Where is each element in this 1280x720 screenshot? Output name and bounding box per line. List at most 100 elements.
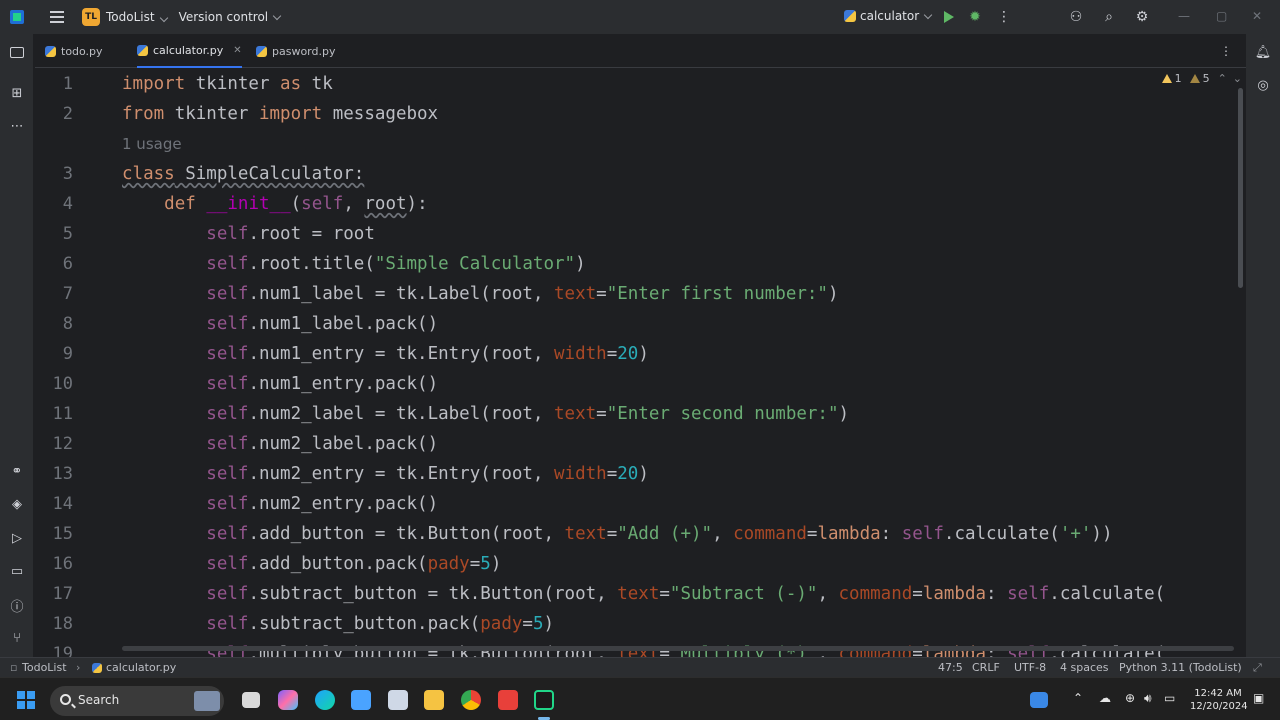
readonly-toggle-icon[interactable]: ⤢ — [1253, 661, 1262, 675]
breadcrumb-project[interactable]: TodoList — [22, 661, 67, 674]
code-line: 16 self.add_button.pack(pady=5) — [52, 554, 502, 574]
user-icon: ⚇ — [1069, 9, 1083, 25]
code-line: 4 def __init__(self, root): — [62, 194, 428, 214]
indent-setting[interactable]: 4 spaces — [1060, 661, 1109, 674]
python-file-icon — [45, 45, 56, 57]
services-icon: ▷ — [12, 530, 22, 546]
breadcrumb-project-icon: ▫ — [10, 661, 18, 674]
notifications-button[interactable]: 🔔︎ — [1254, 44, 1272, 60]
windows-start-icon[interactable] — [17, 691, 35, 709]
tray-app-icon[interactable]: ☁ — [1099, 691, 1111, 705]
file-explorer-icon[interactable] — [424, 690, 444, 710]
store-icon[interactable] — [351, 690, 371, 710]
debug-button[interactable]: ✹ — [967, 9, 983, 25]
more-icon: ⋮ — [997, 9, 1011, 25]
layers-tool-button[interactable]: ◈ — [9, 496, 25, 512]
close-tab-icon[interactable]: ✕ — [233, 45, 241, 56]
breadcrumb-file[interactable]: calculator.py — [106, 661, 176, 674]
git-tool-button[interactable]: ⑂ — [9, 630, 25, 646]
problems-tool-button[interactable]: ⓘ — [9, 597, 25, 615]
run-button[interactable] — [941, 9, 957, 25]
code-line: 15 self.add_button = tk.Button(root, tex… — [52, 524, 1113, 544]
notepad-icon[interactable] — [388, 690, 408, 710]
project-badge[interactable]: TL — [82, 8, 100, 26]
project-tool-button[interactable] — [9, 44, 25, 60]
copilot-icon[interactable] — [278, 690, 298, 710]
tab-todo[interactable]: todo.py — [45, 34, 103, 68]
video-app-icon[interactable] — [498, 690, 518, 710]
app-logo-icon[interactable] — [10, 10, 24, 24]
language-icon[interactable]: ⊕ — [1125, 691, 1135, 705]
ai-icon: ◎ — [1257, 77, 1269, 93]
code-line: 11 self.num2_label = tk.Label(root, text… — [52, 404, 850, 424]
notification-center-icon[interactable]: ▣ — [1253, 691, 1264, 705]
problems-icon: ⓘ — [10, 599, 24, 615]
python-file-icon — [92, 663, 102, 673]
code-line: 8 self.num1_label.pack() — [62, 314, 439, 334]
system-clock[interactable]: 12:42 AM 12/20/2024 — [1190, 687, 1248, 713]
tab-pasword[interactable]: pasword.py — [256, 34, 335, 68]
edge-browser-icon[interactable] — [315, 690, 335, 710]
tray-chevron-icon[interactable]: ⌃ — [1073, 691, 1083, 705]
code-line: 13 self.num2_entry = tk.Entry(root, widt… — [52, 464, 649, 484]
run-config-selector[interactable]: calculator — [844, 9, 933, 23]
chevron-down-icon — [272, 11, 282, 20]
code-line: 17 self.subtract_button = tk.Button(root… — [52, 584, 1166, 604]
tab-options-icon[interactable]: ⋮ — [1220, 44, 1232, 58]
task-view-icon[interactable] — [242, 692, 260, 708]
folder-icon — [10, 46, 24, 58]
close-window-button[interactable]: ✕ — [1252, 9, 1262, 23]
code-line: 14 self.num2_entry.pack() — [52, 494, 439, 514]
code-line: 12 self.num2_label.pack() — [52, 434, 439, 454]
caret-position[interactable]: 47:5 — [938, 661, 963, 674]
account-button[interactable]: ⚇ — [1068, 9, 1084, 25]
python-file-icon — [256, 45, 267, 57]
code-line: 5 self.root = root — [62, 224, 375, 244]
tab-calculator[interactable]: calculator.py ✕ — [137, 34, 242, 68]
pycharm-icon[interactable] — [534, 690, 554, 710]
version-control-menu[interactable]: Version control — [179, 10, 282, 24]
python-file-icon — [844, 10, 856, 22]
horizontal-scrollbar[interactable] — [122, 646, 1234, 651]
layers-icon: ◈ — [12, 496, 22, 512]
python-packages-button[interactable]: ⚭ — [9, 463, 25, 479]
search-icon — [60, 694, 71, 705]
python-file-icon — [137, 44, 148, 56]
project-name[interactable]: TodoList — [106, 10, 168, 24]
battery-icon[interactable]: ▭ — [1164, 691, 1175, 705]
more-tools-button[interactable]: ⋯ — [9, 118, 25, 134]
editor-tabs: todo.py calculator.py ✕ pasword.py ⋮ — [35, 34, 1246, 68]
code-editor[interactable]: 1 5 ⌃ ⌄ 1 import tkinter as tk 2 from tkin… — [35, 68, 1246, 657]
run-icon — [944, 11, 954, 23]
file-encoding[interactable]: UTF-8 — [1014, 661, 1046, 674]
minimize-button[interactable]: — — [1178, 9, 1190, 23]
packages-icon: ⚭ — [11, 463, 23, 479]
taskbar-search[interactable]: Search — [50, 686, 224, 716]
search-everywhere-button[interactable]: ⌕ — [1101, 9, 1117, 25]
usage-hint[interactable]: 1 usage — [35, 129, 1246, 159]
services-tool-button[interactable]: ▷ — [9, 530, 25, 546]
widgets-icon[interactable] — [1030, 692, 1048, 708]
git-icon: ⑂ — [13, 630, 21, 646]
maximize-button[interactable]: ▢ — [1216, 9, 1227, 23]
more-actions-button[interactable]: ⋮ — [996, 9, 1012, 25]
code-line: 6 self.root.title("Simple Calculator") — [62, 254, 586, 274]
code-line: 2 from tkinter import messagebox — [62, 104, 439, 124]
volume-icon[interactable]: 🔊︎ — [1144, 691, 1152, 706]
python-interpreter[interactable]: Python 3.11 (TodoList) — [1119, 661, 1242, 674]
hamburger-icon[interactable] — [50, 11, 64, 23]
breadcrumb-separator: › — [76, 661, 81, 674]
chrome-icon[interactable] — [461, 690, 481, 710]
line-ending[interactable]: CRLF — [972, 661, 1000, 674]
ai-assistant-button[interactable]: ◎ — [1255, 77, 1271, 93]
debug-icon: ✹ — [969, 9, 981, 25]
title-bar: TL TodoList Version control calculator ✹… — [0, 0, 1280, 34]
notifications-icon: 🔔︎ — [1254, 44, 1272, 60]
structure-icon: ⊞ — [11, 85, 23, 101]
terminal-tool-button[interactable]: ▭ — [9, 563, 25, 579]
code-line: 9 self.num1_entry = tk.Entry(root, width… — [62, 344, 649, 364]
search-highlight-image — [194, 691, 220, 711]
vertical-scrollbar[interactable] — [1238, 88, 1243, 288]
structure-tool-button[interactable]: ⊞ — [9, 85, 25, 101]
settings-button[interactable]: ⚙ — [1134, 9, 1150, 25]
